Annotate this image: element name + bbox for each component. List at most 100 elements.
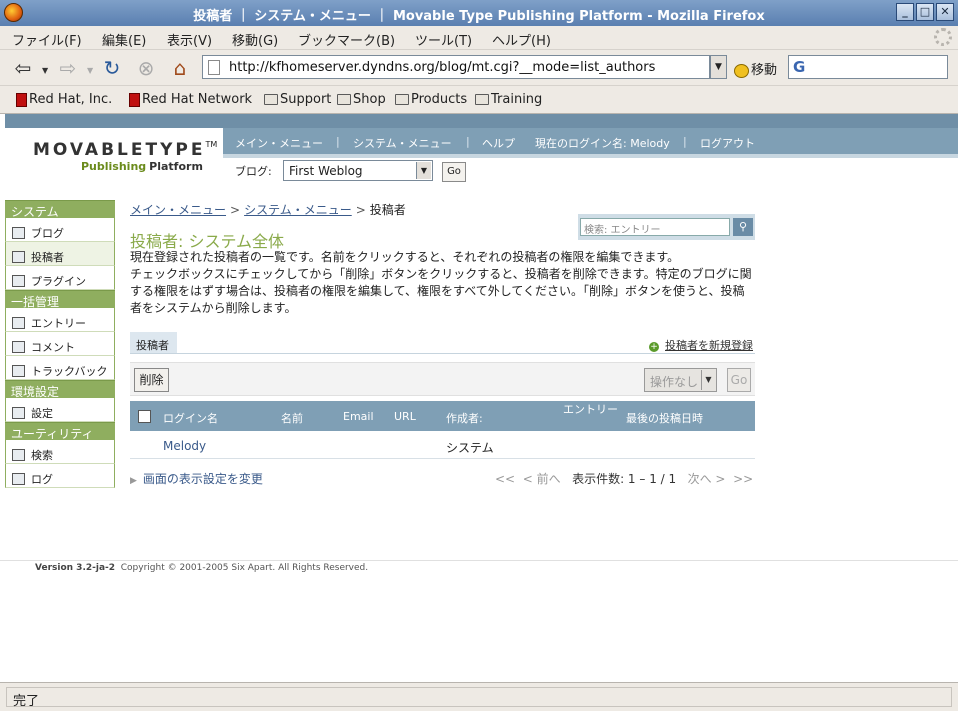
nav-system-menu[interactable]: システム・メニュー [353,135,452,151]
sidebar-section-header: ユーティリティ [5,422,115,441]
sidebar-item-authors[interactable]: 投稿者 [5,242,115,266]
menu-edit[interactable]: 編集(E) [102,30,146,49]
sidebar-item-blog[interactable]: ブログ [5,218,115,242]
pager-count: 表示件数: 1 – 1 / 1 [572,472,677,486]
redhat-icon [129,92,140,107]
menu-tools[interactable]: ツール(T) [415,30,472,49]
sidebar-item-label: 検索 [31,448,53,462]
menu-bookmarks[interactable]: ブックマーク(B) [298,30,395,49]
folder-icon [264,94,278,105]
menu-view[interactable]: 表示(V) [167,30,212,49]
forward-dropdown-icon[interactable]: ▼ [87,66,93,75]
breadcrumb-main-menu[interactable]: メイン・メニュー [130,203,226,217]
breadcrumb-current: 投稿者 [369,203,406,217]
maximize-button[interactable]: □ [916,3,934,21]
col-email[interactable]: Email [343,410,374,423]
sidebar-item-label: 投稿者 [31,250,64,264]
col-last-post[interactable]: 最後の投稿日時 [626,410,703,426]
nav-main-menu[interactable]: メイン・メニュー [235,135,323,151]
delete-button[interactable]: 削除 [134,368,169,392]
search-icon [12,448,25,461]
minimize-button[interactable]: _ [896,3,914,21]
nav-help[interactable]: ヘルプ [482,135,515,151]
blog-select[interactable]: First Weblog ▼ [283,160,433,181]
entry-search-input[interactable]: 検索: エントリー [580,218,730,236]
breadcrumb-system-menu[interactable]: システム・メニュー [244,203,352,217]
bookmark-training[interactable]: Training [475,92,542,107]
menu-bar: ファイル(F) 編集(E) 表示(V) 移動(G) ブックマーク(B) ツール(… [0,26,958,50]
blog-icon [12,226,25,239]
search-icon[interactable]: ⚲ [733,218,753,236]
status-bar: 完了 [0,682,958,711]
action-go-button[interactable]: Go [727,368,751,392]
stop-icon[interactable]: ⊗ [133,56,159,80]
google-icon[interactable]: G [793,58,805,76]
authors-icon [12,250,25,263]
status-text: 完了 [6,687,952,709]
bookmark-redhat-inc[interactable]: Red Hat, Inc. [16,92,112,107]
col-url[interactable]: URL [394,410,416,423]
go-button[interactable]: 移動 [734,59,777,78]
select-all-checkbox[interactable] [138,410,151,423]
col-entries[interactable]: エントリー [563,404,618,416]
settings-icon [12,406,25,419]
sidebar-item-label: コメント [31,340,75,354]
menu-help[interactable]: ヘルプ(H) [492,30,551,49]
sidebar-item-log[interactable]: ログ [5,464,115,488]
blog-go-button[interactable]: Go [442,162,466,182]
bookmarks-toolbar: Red Hat, Inc. Red Hat Network Support Sh… [0,86,958,114]
col-creator[interactable]: 作成者: [446,410,483,426]
mt-header: MOVABLETYPETM Publishing Platform メイン・メニュ… [5,114,958,198]
url-dropdown-button[interactable]: ▼ [710,55,727,79]
home-icon[interactable]: ⌂ [167,56,193,80]
page-description: 現在登録された投稿者の一覧です。名前をクリックすると、それぞれの投稿者の権限を編… [130,250,752,315]
bookmark-support[interactable]: Support [264,92,331,107]
pager-last[interactable]: >> [733,472,753,486]
entry-search: 検索: エントリー ⚲ [578,214,755,240]
table-header: ログイン名 名前 Email URL 作成者: エントリー 最後の投稿日時 [130,401,755,431]
sidebar-item-search[interactable]: 検索 [5,440,115,464]
bookmark-shop[interactable]: Shop [337,92,386,107]
back-dropdown-icon[interactable]: ▼ [42,66,48,75]
menu-go[interactable]: 移動(G) [232,30,278,49]
sidebar-item-plugin[interactable]: プラグイン [5,266,115,290]
pager-prev[interactable]: < 前へ [523,472,561,486]
pager-first[interactable]: << [495,472,515,486]
pager-next[interactable]: 次へ > [688,472,726,486]
go-label: 移動 [751,63,778,78]
reload-icon[interactable]: ↻ [99,56,125,80]
col-login[interactable]: ログイン名 [163,410,218,426]
sidebar-item-trackback[interactable]: トラックバック [5,356,115,380]
sidebar-item-label: トラックバック [31,364,108,378]
sidebar-item-label: エントリー [31,316,86,330]
bookmark-products[interactable]: Products [395,92,467,107]
close-button[interactable]: ✕ [936,3,954,21]
sidebar-item-label: ブログ [31,226,64,240]
folder-icon [337,94,351,105]
movabletype-logo[interactable]: MOVABLETYPETM Publishing Platform [33,140,217,173]
sidebar-item-comment[interactable]: コメント [5,332,115,356]
sidebar-item-entry[interactable]: エントリー [5,308,115,332]
page-content: MOVABLETYPETM Publishing Platform メイン・メニュ… [0,114,958,682]
col-name[interactable]: 名前 [281,410,303,426]
sidebar-item-label: 設定 [31,406,53,420]
chevron-down-icon: ▼ [701,370,715,390]
display-options-link[interactable]: ▶ 画面の表示設定を変更 [130,470,263,487]
folder-icon [395,94,409,105]
url-bar[interactable]: http://kfhomeserver.dyndns.org/blog/mt.c… [202,55,710,79]
nav-logout[interactable]: ログアウト [700,135,755,151]
url-text[interactable]: http://kfhomeserver.dyndns.org/blog/mt.c… [229,60,655,75]
chevron-down-icon: ▼ [416,162,431,179]
web-search-input[interactable]: G [788,55,948,79]
add-author-link[interactable]: + 投稿者を新規登録 [649,337,753,353]
tab-authors[interactable]: 投稿者 [130,332,177,354]
sidebar-item-settings[interactable]: 設定 [5,398,115,422]
author-login-link[interactable]: Melody [163,439,206,453]
menu-file[interactable]: ファイル(F) [12,30,82,49]
forward-icon[interactable]: ⇨ [55,56,81,80]
action-select[interactable]: 操作なし ▼ [644,368,717,392]
sidebar-item-label: プラグイン [31,274,86,288]
back-icon[interactable]: ⇦ [10,56,36,80]
bookmark-redhat-network[interactable]: Red Hat Network [129,92,252,107]
copyright-text: Copyright © 2001-2005 Six Apart. All Rig… [120,563,369,573]
